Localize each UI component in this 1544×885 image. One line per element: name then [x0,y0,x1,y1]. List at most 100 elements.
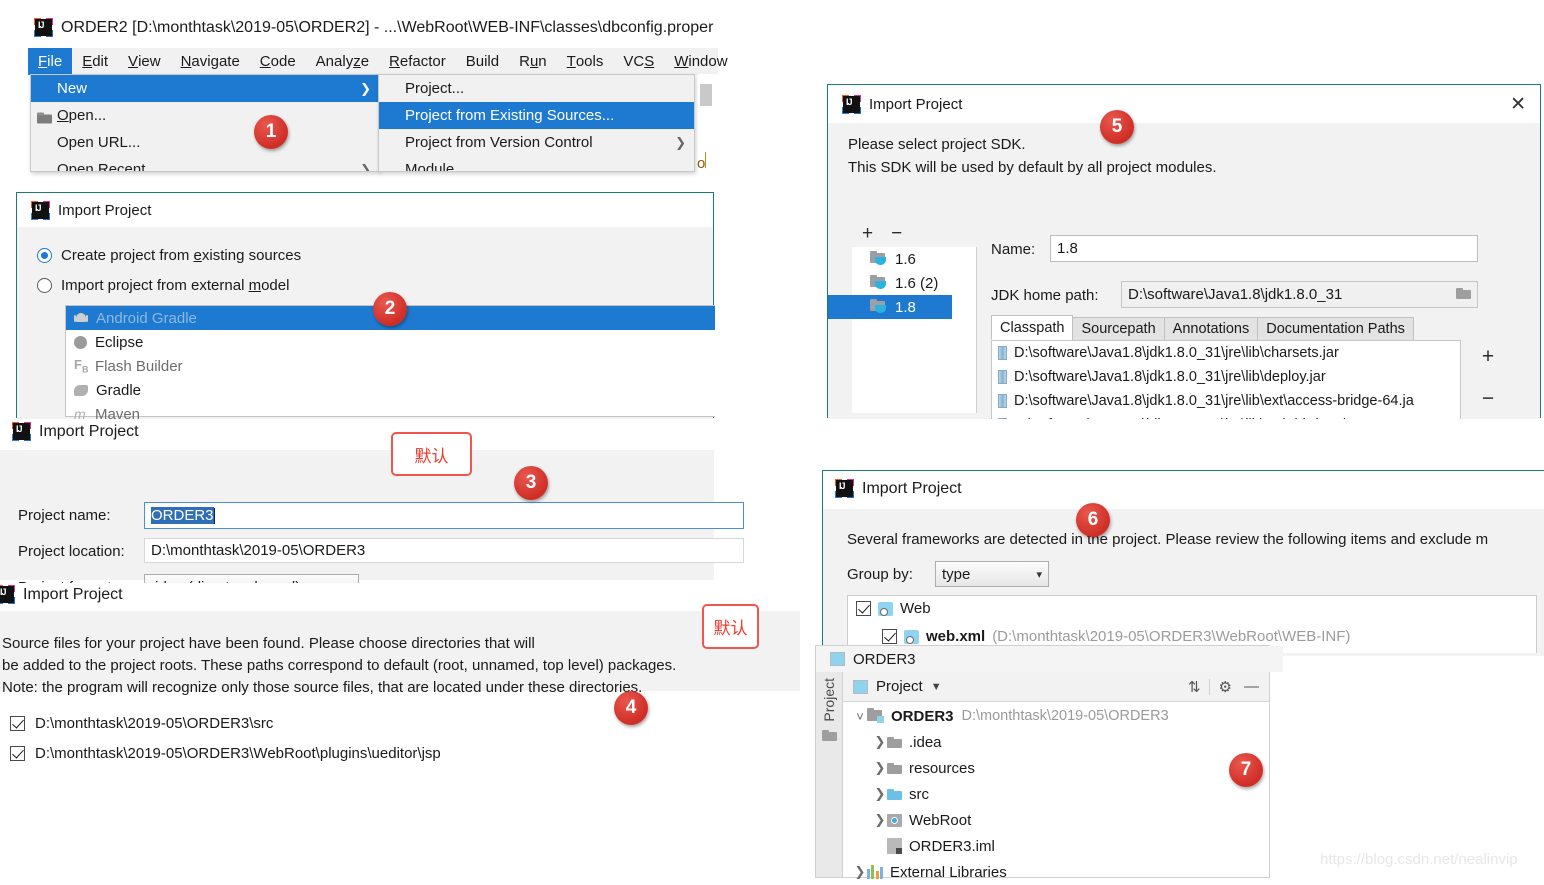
source-path-label: D:\monthtask\2019-05\ORDER3\WebRoot\plug… [35,745,441,762]
remove-sdk-button[interactable]: − [891,223,902,245]
checkbox-icon[interactable] [10,746,25,761]
menu-analyze[interactable]: Analy z e [306,48,379,75]
submenu-item-project[interactable]: Project... [379,75,694,102]
list-item[interactable]: D:\monthtask\2019-05\ORDER3\WebRoot\plug… [10,745,441,762]
collapse-all-icon[interactable]: ⇅ [1188,678,1201,696]
chevron-down-icon[interactable]: ▼ [931,681,942,693]
tab-annotations[interactable]: Annotations [1163,317,1259,340]
description-line: be added to the project roots. These pat… [2,657,677,674]
chevron-right-icon[interactable]: ❯ [873,760,887,776]
classpath-list[interactable]: D:\software\Java1.8\jdk1.8.0_31\jre\lib\… [991,340,1461,419]
chevron-right-icon[interactable]: ❯ [873,786,887,802]
checkbox-icon[interactable] [882,629,897,644]
tree-row-external-libraries[interactable]: ❯ External Libraries [843,859,1269,885]
intellij-logo-icon: IJ [12,422,31,441]
gear-icon[interactable]: ⚙ [1219,678,1232,696]
sdk-list-item-16-2[interactable]: 1.6 (2) [852,271,976,295]
tool-window-side-tab[interactable]: Project [816,672,843,877]
menu-file[interactable]: File [28,48,73,75]
menu-item-open-recent[interactable]: Open Recent ❯ [31,156,379,171]
checkbox-icon[interactable] [856,601,871,616]
tree-row-web-xml[interactable]: web.xml (D:\monthtask\2019-05\ORDER3\Web… [882,628,1350,645]
list-item[interactable]: D:\software\Java1.8\jdk1.8.0_31\jre\lib\… [992,365,1460,389]
menu-navigate[interactable]: Navigate [171,48,250,75]
intellij-logo-icon: IJ [0,585,15,604]
flash-builder-icon: FB [74,357,89,375]
list-item-gradle[interactable]: Gradle [66,378,715,402]
sdk-list[interactable]: 1.6 1.6 (2) 1.8 [828,247,977,413]
list-item-flash-builder[interactable]: FB Flash Builder [66,354,715,378]
submenu-item-project-from-existing-sources[interactable]: Project from Existing Sources... [379,102,694,129]
project-name-input[interactable]: ORDER3 [144,502,744,529]
editor-scrollbar-thumb[interactable] [700,84,712,106]
menu-item-open-url[interactable]: Open URL... [31,129,379,156]
tree-row-idea[interactable]: ❯ .idea [843,729,1269,755]
chevron-right-icon[interactable]: ❯ [873,734,887,750]
project-toolbar[interactable]: Project ▼ ⇅ ⚙ — [843,672,1269,702]
sdk-tabs[interactable]: Classpath Sourcepath Annotations Documen… [991,315,1521,340]
menu-view[interactable]: View [118,48,171,75]
project-location-input[interactable]: D:\monthtask\2019-05\ORDER3 [144,538,744,563]
new-submenu-dropdown[interactable]: Project... Project from Existing Sources… [378,74,695,172]
menu-window[interactable]: Window [664,48,737,75]
add-sdk-button[interactable]: + [862,223,873,245]
tree-label: src [909,785,929,803]
remove-classpath-button[interactable]: − [1482,387,1494,411]
file-menu-dropdown[interactable]: New ❯ Open... Open URL... Open Recent ❯ [30,74,380,172]
tab-classpath[interactable]: Classpath [991,315,1074,340]
tree-row-web[interactable]: Web [856,600,931,617]
list-item-eclipse[interactable]: Eclipse [66,330,715,354]
tree-row-order3[interactable]: ˅ ORDER3 D:\monthtask\2019-05\ORDER3 [843,703,1269,729]
badge-label: 2 [384,298,396,319]
list-item[interactable]: D:\software\Java1.8\jdk1.8.0_31\jre\lib\… [992,413,1460,419]
menu-item-new[interactable]: New ❯ [31,75,379,102]
tab-documentation-paths[interactable]: Documentation Paths [1257,317,1414,340]
badge-label: 6 [1087,509,1099,530]
browse-folder-icon[interactable] [1456,286,1471,303]
radio-create-from-existing-sources[interactable]: Create project from existing sources [37,247,301,264]
classpath-side-toolbar[interactable]: + − [1468,345,1508,411]
checkbox-icon[interactable] [10,716,25,731]
tab-sourcepath[interactable]: Sourcepath [1072,317,1165,340]
tree-row-src[interactable]: ❯ src [843,781,1269,807]
menu-bar[interactable]: File Edit View Navigate Code Analy z e Ref… [28,48,728,75]
add-classpath-button[interactable]: + [1482,345,1494,369]
close-icon[interactable]: ✕ [1510,93,1526,116]
menu-edit[interactable]: Edit [72,48,118,75]
tree-row-webroot[interactable]: ❯ WebRoot [843,807,1269,833]
project-tool-window: ORDER3 Project Project ▼ ⇅ ⚙ — ˅ ORDER3 … [815,645,1283,881]
menu-tools[interactable]: Tools [557,48,614,75]
chevron-right-icon[interactable]: ❯ [873,812,887,828]
jdk-home-path-input[interactable]: D:\software\Java1.8\jdk1.8.0_31 [1121,281,1478,308]
badge-label: 3 [525,472,537,493]
sdk-name-input[interactable]: 1.8 [1050,235,1478,262]
chevron-down-icon[interactable]: ˅ [853,709,867,724]
module-icon [853,679,868,694]
sdk-list-item-16[interactable]: 1.6 [852,247,976,271]
tree-label: ORDER3.iml [909,837,995,855]
sdk-list-item-18[interactable]: 1.8 [828,295,952,319]
source-path-label: D:\monthtask\2019-05\ORDER3\src [35,715,274,732]
menu-vcs[interactable]: VC S [613,48,664,75]
submenu-item-project-from-version-control[interactable]: Project from Version Control ❯ [379,129,694,156]
list-item[interactable]: D:\monthtask\2019-05\ORDER3\src [10,715,273,732]
menu-item-open[interactable]: Open... [31,102,379,129]
list-item-label: Gradle [96,381,142,399]
radio-import-external-model[interactable]: Import project from external model [37,277,289,294]
tree-row-order3-iml[interactable]: ORDER3.iml [843,833,1269,859]
sdk-list-toolbar[interactable]: + − [856,221,980,247]
chevron-down-icon: ▾ [1036,568,1042,581]
framework-path: (D:\monthtask\2019-05\ORDER3\WebRoot\WEB… [992,628,1351,645]
menu-refactor[interactable]: Refactor [379,48,456,75]
tree-row-resources[interactable]: ❯ resources [843,755,1269,781]
submenu-item-module[interactable]: Module [379,156,694,171]
hide-icon[interactable]: — [1244,678,1259,695]
group-by-select[interactable]: type ▾ [935,561,1049,587]
list-item[interactable]: D:\software\Java1.8\jdk1.8.0_31\jre\lib\… [992,341,1460,365]
menu-code[interactable]: Code [250,48,306,75]
menu-build[interactable]: Build [456,48,509,75]
menu-run[interactable]: Run [509,48,557,75]
list-item[interactable]: D:\software\Java1.8\jdk1.8.0_31\jre\lib\… [992,389,1460,413]
toolbar-divider [1208,678,1210,695]
project-tree[interactable]: ˅ ORDER3 D:\monthtask\2019-05\ORDER3 ❯ .… [843,703,1269,881]
